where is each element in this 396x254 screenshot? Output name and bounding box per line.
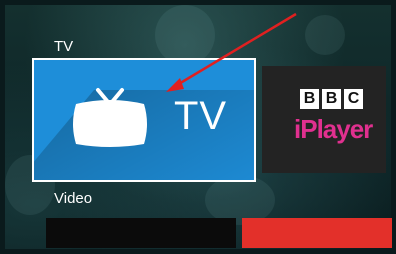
annotation-arrow [166,12,297,92]
